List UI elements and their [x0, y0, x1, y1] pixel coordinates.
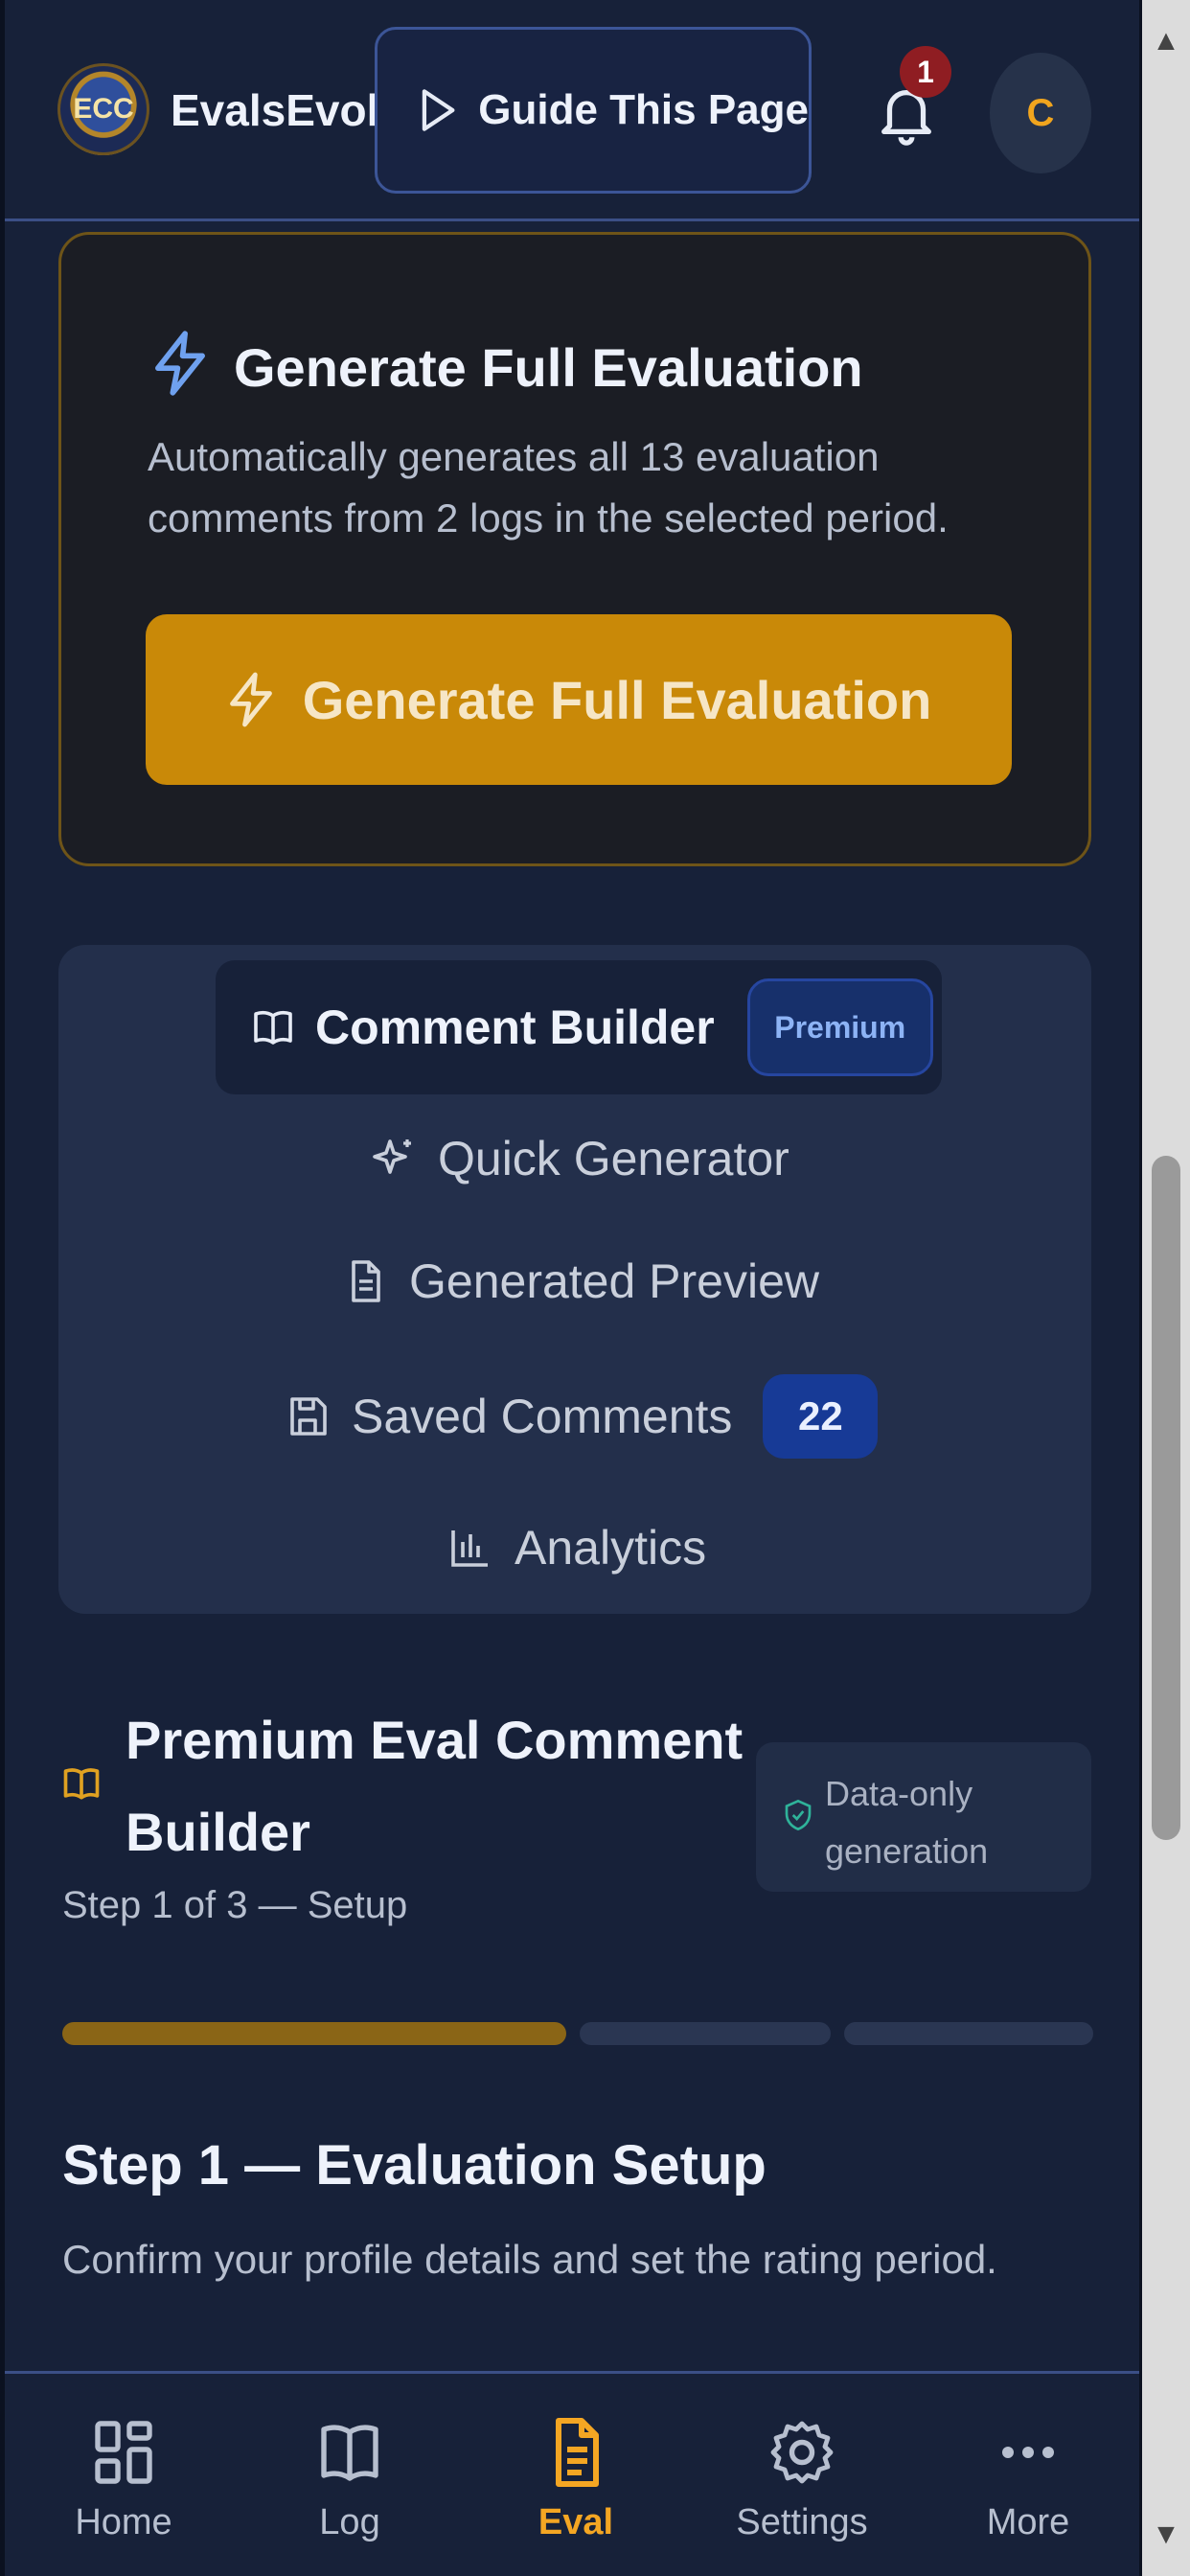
shield-check-icon	[785, 1799, 812, 1831]
scrollbar[interactable]: ▲ ▼	[1142, 0, 1190, 2576]
generate-card-title: Generate Full Evaluation	[234, 337, 863, 398]
builder-tabs: Comment Builder Premium Quick Generator …	[58, 945, 1091, 1614]
builder-step-indicator: Step 1 of 3 — Setup	[62, 1884, 408, 1926]
progress-step-1	[62, 2022, 566, 2045]
top-header: ECC EvalsEvol Guide This Page 1 C	[5, 0, 1139, 221]
tab-analytics-label: Analytics	[515, 1521, 707, 1575]
sparkle-icon	[373, 1139, 411, 1174]
document-icon	[556, 2418, 599, 2487]
app-name[interactable]: EvalsEvol	[171, 84, 381, 136]
grid-icon	[95, 2421, 152, 2484]
book-icon	[321, 2425, 378, 2481]
play-icon	[422, 89, 455, 131]
logo-text: ECC	[73, 93, 134, 125]
tab-comment-builder-label: Comment Builder	[315, 1000, 715, 1054]
progress-step-2	[580, 2022, 831, 2045]
lightning-icon	[155, 331, 205, 396]
more-icon	[1002, 2447, 1054, 2458]
nav-more-label: More	[986, 2502, 1070, 2542]
nav-log[interactable]: Log	[254, 2374, 446, 2576]
guide-button-label: Guide This Page	[478, 86, 809, 133]
builder-title: Premium Eval Comment Builder	[126, 1710, 744, 1862]
tab-saved-comments-label: Saved Comments	[352, 1390, 733, 1443]
nav-eval[interactable]: Eval	[480, 2374, 672, 2576]
generate-full-evaluation-button[interactable]: Generate Full Evaluation	[146, 614, 1012, 785]
lightning-icon	[229, 672, 272, 727]
data-only-badge: Data-only generation	[756, 1742, 1091, 1892]
generate-button-label: Generate Full Evaluation	[302, 669, 932, 730]
step-description: Confirm your profile details and set the…	[62, 2237, 997, 2282]
notification-badge: 1	[900, 46, 951, 98]
nav-home[interactable]: Home	[28, 2374, 219, 2576]
app-window: ECC EvalsEvol Guide This Page 1 C Genera…	[5, 0, 1139, 2576]
tab-analytics[interactable]: Analytics	[447, 1514, 706, 1581]
document-icon	[352, 1260, 380, 1302]
nav-settings[interactable]: Settings	[706, 2374, 898, 2576]
avatar[interactable]: C	[990, 53, 1091, 173]
nav-eval-label: Eval	[538, 2502, 614, 2542]
saved-count-badge: 22	[763, 1374, 879, 1459]
save-icon	[290, 1397, 327, 1436]
tab-saved-comments[interactable]: Saved Comments 22	[285, 1370, 879, 1462]
scroll-up-arrow-icon[interactable]: ▲	[1142, 17, 1190, 65]
scrollbar-thumb[interactable]	[1152, 1156, 1180, 1840]
open-book-icon	[254, 1010, 292, 1045]
open-book-icon	[63, 1768, 100, 1800]
data-only-label: Data-only generation	[825, 1774, 989, 1871]
tab-quick-generator-label: Quick Generator	[438, 1132, 790, 1185]
bar-chart-icon	[451, 1530, 488, 1567]
tab-generated-preview-label: Generated Preview	[409, 1254, 820, 1308]
bottom-nav: Home Log Eval Settings More	[5, 2371, 1139, 2576]
progress-step-3	[844, 2022, 1093, 2045]
app-logo[interactable]: ECC	[57, 63, 149, 155]
tab-generated-preview[interactable]: Generated Preview	[342, 1248, 819, 1315]
step-heading: Step 1 — Evaluation Setup	[62, 2134, 767, 2196]
guide-this-page-button[interactable]: Guide This Page	[375, 27, 812, 194]
scroll-down-arrow-icon[interactable]: ▼	[1142, 2511, 1190, 2559]
tab-comment-builder[interactable]: Comment Builder Premium	[250, 974, 933, 1081]
tab-quick-generator[interactable]: Quick Generator	[371, 1125, 790, 1192]
premium-badge: Premium	[746, 978, 933, 1076]
generate-card-description: Automatically generates all 13 evaluatio…	[148, 434, 949, 540]
nav-home-label: Home	[75, 2502, 172, 2542]
nav-more[interactable]: More	[932, 2374, 1124, 2576]
nav-settings-label: Settings	[736, 2502, 868, 2542]
gear-icon	[770, 2421, 834, 2484]
nav-log-label: Log	[319, 2502, 380, 2542]
generate-evaluation-card: Generate Full Evaluation Automatically g…	[58, 232, 1091, 866]
